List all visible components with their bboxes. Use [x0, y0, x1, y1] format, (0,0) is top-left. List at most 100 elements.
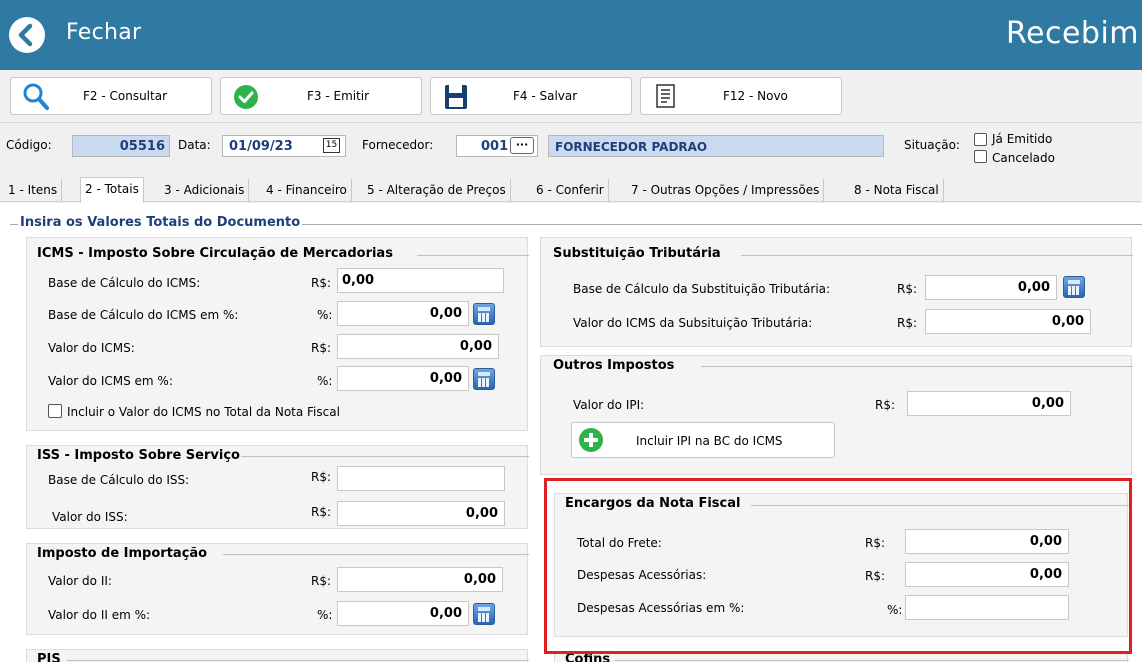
pis-group: PIS — [26, 649, 529, 662]
ii-pct-unit: %: — [317, 608, 333, 622]
st-group-line — [741, 255, 1133, 256]
importacao-title: Imposto de Importação — [37, 546, 208, 561]
fornecedor-label: Fornecedor: — [362, 138, 434, 152]
outros-group-line — [701, 366, 1133, 367]
iss-group: ISS - Imposto Sobre Serviço Base de Cálc… — [26, 445, 529, 529]
new-document-icon — [656, 84, 675, 108]
main-legend: Insira os Valores Totais do Documento — [18, 215, 303, 230]
st-base-label: Base de Cálculo da Substituição Tributár… — [573, 282, 831, 296]
ipi-unit: R$: — [875, 398, 896, 412]
tab-totais[interactable]: 2 - Totais — [80, 177, 144, 203]
iss-title: ISS - Imposto Sobre Serviço — [37, 448, 240, 463]
st-base-input[interactable]: 0,00 — [925, 275, 1057, 300]
iss-valor-input[interactable]: 0,00 — [337, 501, 505, 526]
consultar-button[interactable]: F2 - Consultar — [10, 77, 212, 115]
data-value: 01/09/23 — [229, 139, 293, 154]
icms-valor-pct-input[interactable]: 0,00 — [337, 366, 469, 391]
cancelado-checkbox[interactable] — [974, 150, 987, 163]
icms-valor-pct-unit: %: — [317, 374, 333, 388]
codigo-field[interactable]: 05516 — [72, 135, 170, 157]
importacao-group-line — [223, 554, 529, 555]
st-valor-label: Valor do ICMS da Subsituição Tributária: — [573, 316, 813, 330]
data-field[interactable]: 01/09/23 15 — [222, 135, 346, 157]
incluir-ipi-button[interactable]: Incluir IPI na BC do ICMS — [571, 422, 835, 458]
lookup-ellipsis-button[interactable]: ··· — [510, 137, 534, 154]
icms-valor-input[interactable]: 0,00 — [337, 334, 499, 359]
iss-group-line — [241, 456, 529, 457]
salvar-button[interactable]: F4 - Salvar — [430, 77, 632, 115]
icms-base-unit: R$: — [311, 276, 332, 290]
icms-valor-label: Valor do ICMS: — [48, 341, 135, 355]
st-group: Substituição Tributária Base de Cálculo … — [540, 237, 1133, 347]
fornecedor-code: 001 — [481, 139, 509, 154]
window-title: Recebim — [1006, 16, 1140, 51]
fornecedor-name-field: FORNECEDOR PADRAO — [548, 135, 884, 157]
ii-valor-input[interactable]: 0,00 — [337, 567, 503, 592]
tab-itens[interactable]: 1 - Itens — [4, 179, 63, 202]
incluir-ipi-label: Incluir IPI na BC do ICMS — [636, 434, 783, 448]
icms-valor-unit: R$: — [311, 341, 332, 355]
st-title: Substituição Tributária — [553, 246, 721, 261]
ja-emitido-checkbox[interactable] — [974, 133, 987, 146]
fornecedor-code-field[interactable]: 001 ··· — [456, 135, 538, 157]
document-header: Código: 05516 Data: 01/09/23 15 Forneced… — [0, 122, 1142, 176]
outros-impostos-group: Outros Impostos Valor do IPI: R$: 0,00 I… — [540, 355, 1133, 475]
novo-button[interactable]: F12 - Novo — [640, 77, 842, 115]
st-valor-input[interactable]: 0,00 — [925, 309, 1091, 334]
icms-valor-pct-label: Valor do ICMS em %: — [48, 374, 173, 388]
ja-emitido-label: Já Emitido — [992, 132, 1053, 146]
novo-label: F12 - Novo — [723, 89, 788, 103]
iss-valor-label: Valor do ISS: — [52, 510, 128, 524]
tab-alteracao-precos[interactable]: 5 - Alteração de Preços — [363, 179, 511, 202]
ipi-label: Valor do IPI: — [573, 398, 645, 412]
tab-nota-fiscal[interactable]: 8 - Nota Fiscal — [850, 179, 944, 202]
iss-base-label: Base de Cálculo do ISS: — [48, 473, 190, 487]
outros-title: Outros Impostos — [553, 358, 675, 373]
top-bar: Fechar Recebim — [0, 0, 1142, 70]
data-label: Data: — [178, 138, 211, 152]
emitir-label: F3 - Emitir — [307, 89, 370, 103]
back-arrow-icon[interactable] — [9, 17, 45, 53]
icms-base-pct-label: Base de Cálculo do ICMS em %: — [48, 308, 239, 322]
calculator-icon[interactable] — [473, 603, 495, 625]
app-window: Fechar Recebim F2 - Consultar F3 - Emiti… — [0, 0, 1142, 662]
search-icon — [23, 83, 49, 110]
cofins-group-line — [615, 660, 1129, 661]
ii-pct-label: Valor do II em %: — [48, 608, 151, 622]
calculator-icon[interactable] — [473, 303, 495, 325]
icms-base-input[interactable]: 0,00 — [337, 268, 504, 293]
iss-base-input[interactable] — [337, 466, 505, 491]
calendar-icon[interactable]: 15 — [323, 138, 340, 153]
emitir-button[interactable]: F3 - Emitir — [220, 77, 422, 115]
tab-conferir[interactable]: 6 - Conferir — [532, 179, 609, 202]
ipi-input[interactable]: 0,00 — [907, 391, 1071, 416]
importacao-group: Imposto de Importação Valor do II: R$: 0… — [26, 543, 529, 635]
calculator-icon[interactable] — [1063, 276, 1085, 298]
incluir-icms-label: Incluir o Valor do ICMS no Total da Nota… — [67, 405, 340, 419]
tab-financeiro[interactable]: 4 - Financeiro — [262, 179, 352, 202]
icms-base-pct-input[interactable]: 0,00 — [337, 301, 469, 326]
plus-circle-icon — [579, 428, 603, 452]
close-button-label[interactable]: Fechar — [66, 20, 141, 45]
ii-pct-input[interactable]: 0,00 — [337, 601, 469, 626]
codigo-label: Código: — [6, 138, 52, 152]
icms-base-label: Base de Cálculo do ICMS: — [48, 276, 201, 290]
totais-panel: Insira os Valores Totais do Documento IC… — [0, 203, 1142, 662]
ii-valor-label: Valor do II: — [48, 574, 112, 588]
situacao-label: Situação: — [904, 138, 960, 152]
st-valor-unit: R$: — [897, 316, 918, 330]
pis-group-line — [67, 660, 529, 661]
icms-group: ICMS - Imposto Sobre Circulação de Merca… — [26, 237, 529, 431]
st-base-unit: R$: — [897, 282, 918, 296]
icms-group-line — [417, 255, 529, 256]
highlight-annotation-box — [544, 478, 1132, 654]
icms-base-pct-unit: %: — [317, 308, 333, 322]
save-disk-icon — [445, 85, 467, 109]
tab-adicionais[interactable]: 3 - Adicionais — [160, 179, 250, 202]
iss-valor-unit: R$: — [311, 505, 332, 519]
icms-title: ICMS - Imposto Sobre Circulação de Merca… — [37, 246, 393, 261]
calculator-icon[interactable] — [473, 368, 495, 390]
incluir-icms-checkbox[interactable] — [48, 404, 62, 418]
tab-outras-opcoes[interactable]: 7 - Outras Opções / Impressões — [627, 179, 825, 202]
salvar-label: F4 - Salvar — [513, 89, 578, 103]
